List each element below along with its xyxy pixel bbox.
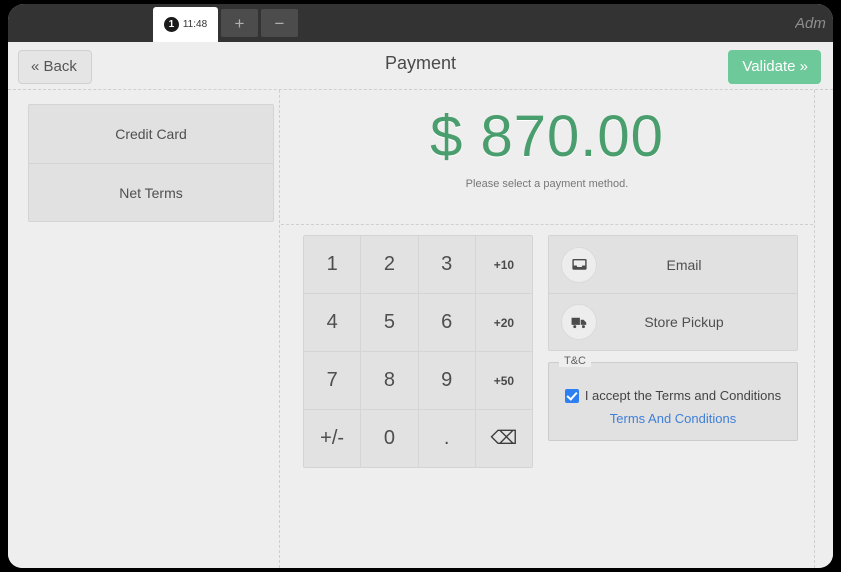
option-store-pickup-label: Store Pickup (644, 314, 724, 330)
numpad-key-5[interactable]: 5 (361, 294, 418, 351)
user-name-label: Adm (795, 14, 826, 32)
numpad-key-2[interactable]: 2 (361, 236, 418, 293)
terms-and-conditions-box: T&C I accept the Terms and Conditions Te… (548, 355, 798, 441)
numpad-key-1[interactable]: 1 (304, 236, 361, 293)
payment-methods-list: Credit Card Net Terms (28, 104, 274, 222)
terms-content: I accept the Terms and Conditions Terms … (557, 387, 789, 428)
payment-method-net-terms[interactable]: Net Terms (29, 163, 273, 221)
numpad-key-8[interactable]: 8 (361, 352, 418, 409)
truck-icon (561, 304, 597, 340)
session-tab[interactable]: 1 11:48 (153, 7, 218, 42)
numpad-key-3[interactable]: 3 (418, 236, 475, 293)
numpad-key-decimal[interactable]: . (418, 410, 475, 467)
numpad-key-plus-10[interactable]: +10 (475, 236, 532, 293)
right-blank-column (816, 90, 833, 568)
device-bezel: 1 11:48 + − Adm « Back Payment Validate … (0, 0, 841, 572)
payment-body: Credit Card Net Terms $ 870.00 Please se… (8, 90, 833, 568)
numpad-key-plus-20[interactable]: +20 (475, 294, 532, 351)
numpad-key-6[interactable]: 6 (418, 294, 475, 351)
validate-button[interactable]: Validate » (728, 50, 821, 84)
terms-accept-checkbox[interactable] (564, 388, 579, 403)
terms-legend: T&C (559, 355, 591, 367)
top-bar: 1 11:48 + − Adm (8, 4, 833, 42)
topbar-filler (298, 4, 795, 42)
terms-and-conditions-link[interactable]: Terms And Conditions (557, 410, 789, 428)
amount-display-zone: $ 870.00 Please select a payment method. (281, 90, 813, 225)
numpad-key-9[interactable]: 9 (418, 352, 475, 409)
numpad-key-sign[interactable]: +/- (304, 410, 361, 467)
numpad-key-0[interactable]: 0 (361, 410, 418, 467)
session-time-label: 11:48 (182, 19, 208, 30)
numpad-key-4[interactable]: 4 (304, 294, 361, 351)
terms-accept-row[interactable]: I accept the Terms and Conditions (564, 387, 782, 405)
numpad-key-7[interactable]: 7 (304, 352, 361, 409)
remove-session-button[interactable]: − (261, 9, 298, 37)
terms-accept-label: I accept the Terms and Conditions (584, 388, 782, 403)
user-menu[interactable]: Adm (795, 4, 833, 42)
session-count-badge: 1 (163, 17, 179, 32)
option-store-pickup[interactable]: Store Pickup (549, 293, 797, 350)
receipt-options-list: Email Store Pickup (548, 235, 798, 351)
numpad: 1 2 3 +10 4 5 6 +20 7 8 9 +50 +/- 0. ⌫ (303, 235, 533, 468)
numpad-key-backspace[interactable]: ⌫ (475, 410, 532, 467)
amount-total: $ 870.00 (430, 104, 664, 169)
payment-main-panel: $ 870.00 Please select a payment method.… (281, 90, 815, 568)
option-email[interactable]: Email (549, 236, 797, 293)
topbar-left-spacer (8, 4, 153, 42)
amount-hint-text: Please select a payment method. (465, 177, 629, 190)
page-title: Payment (384, 53, 457, 73)
screen: 1 11:48 + − Adm « Back Payment Validate … (8, 4, 833, 568)
numpad-key-plus-50[interactable]: +50 (475, 352, 532, 409)
add-session-button[interactable]: + (221, 9, 258, 37)
payment-methods-panel: Credit Card Net Terms (16, 90, 280, 568)
option-email-label: Email (666, 256, 702, 273)
payment-method-credit-card[interactable]: Credit Card (29, 105, 273, 163)
page-header: « Back Payment Validate » (8, 42, 833, 90)
inbox-icon (561, 246, 597, 283)
